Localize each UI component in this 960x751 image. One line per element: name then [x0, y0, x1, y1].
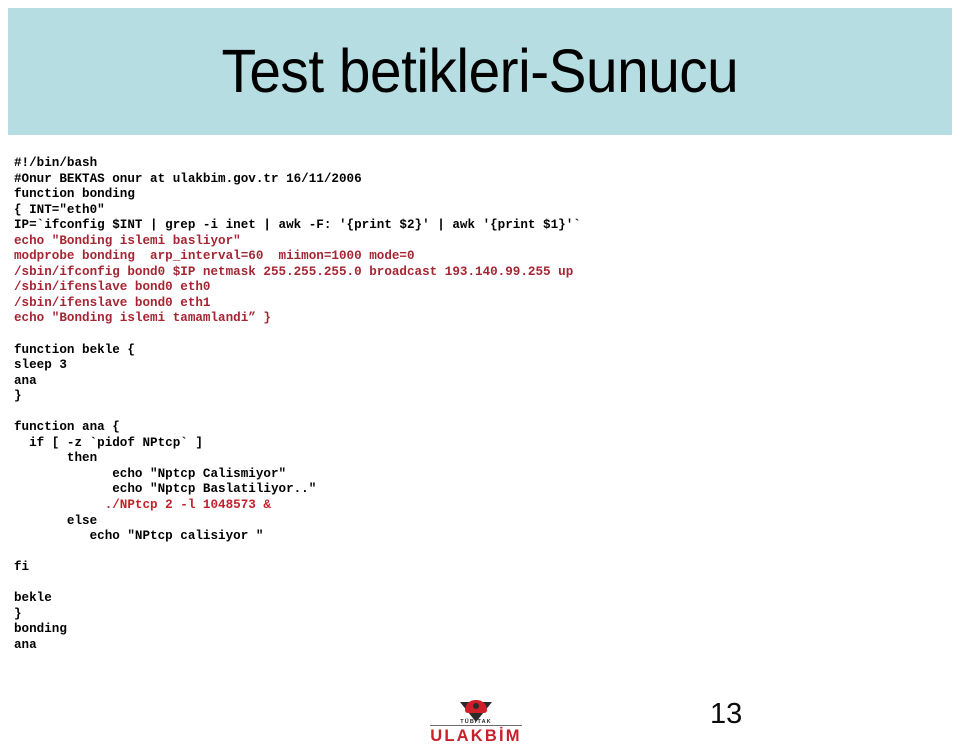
code-line: bekle	[14, 591, 52, 606]
ulakbim-wordmark: ULAKBİM	[430, 727, 522, 745]
code-line: function bekle {	[14, 342, 135, 357]
code-line: ./NPtcp 2 -l 1048573 &	[14, 498, 271, 513]
code-line: echo "Nptcp Baslatiliyor.."	[14, 482, 317, 497]
code-line: fi	[14, 560, 30, 575]
code-line: ana	[14, 373, 37, 388]
code-block: #!/bin/bash #Onur BEKTAS onur at ulakbim.…	[14, 156, 934, 654]
slide-title-band: Test betikleri-Sunucu	[8, 8, 952, 135]
page-number: 13	[710, 698, 743, 730]
tulip-icon	[465, 700, 487, 713]
code-line: { INT="eth0"	[14, 202, 105, 217]
code-line: }	[14, 389, 22, 404]
code-line: #!/bin/bash	[14, 156, 98, 170]
code-line: echo "Bonding islemi tamamlandi” }	[14, 311, 271, 326]
tubitak-mark-icon: TÜBİTAK	[428, 700, 524, 726]
code-line: /sbin/ifenslave bond0 eth0	[14, 280, 211, 295]
code-line: modprobe bonding arp_interval=60 miimon=…	[14, 249, 415, 264]
code-line: /sbin/ifenslave bond0 eth1	[14, 295, 211, 310]
ulakbim-logo: TÜBİTAK ULAKBİM	[428, 700, 524, 746]
code-line: else	[14, 513, 98, 528]
code-line: }	[14, 606, 22, 621]
code-line: echo "NPtcp calisiyor "	[14, 529, 264, 544]
code-line: then	[14, 451, 98, 466]
logo-divider	[430, 725, 522, 726]
code-line: bonding	[14, 622, 67, 637]
code-line: echo "Nptcp Calismiyor"	[14, 466, 287, 481]
code-line: echo "Bonding islemi basliyor"	[14, 233, 241, 248]
code-line: if [ -z `pidof NPtcp` ]	[14, 435, 203, 450]
code-line: #Onur BEKTAS onur at ulakbim.gov.tr 16/1…	[14, 171, 362, 186]
code-line: function ana {	[14, 420, 120, 435]
code-line: function bonding	[14, 187, 135, 202]
code-line: ana	[14, 637, 37, 652]
page-title: Test betikleri-Sunucu	[221, 37, 739, 105]
code-line: sleep 3	[14, 358, 67, 373]
code-line: IP=`ifconfig $INT | grep -i inet | awk -…	[14, 218, 581, 233]
code-line: /sbin/ifconfig bond0 $IP netmask 255.255…	[14, 264, 574, 279]
